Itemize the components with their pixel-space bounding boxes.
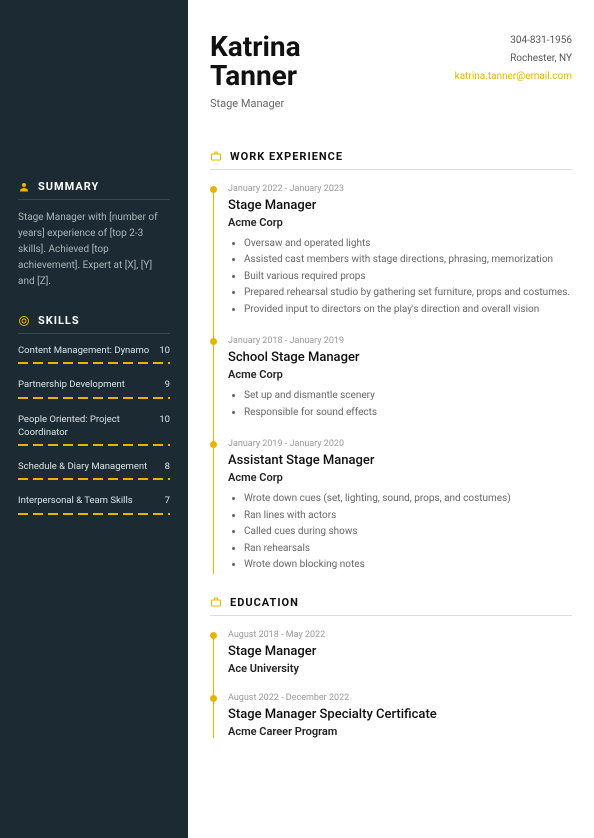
bullet: Provided input to directors on the play'… [244,302,572,319]
skill-score: 10 [159,413,170,440]
entry-school: Acme Career Program [228,725,572,738]
skill-name: People Oriented: Project Coordinator [18,413,158,440]
skill-name: Partnership Development [18,378,125,391]
bullet: Ran lines with actors [244,508,572,525]
bullet: Responsible for sound effects [244,405,572,422]
phone: 304-831-1956 [455,32,572,50]
skill-score: 8 [165,460,170,473]
person-icon [18,181,30,193]
skill-name: Interpersonal & Team Skills [18,494,133,507]
education-entry: August 2018 - May 2022 Stage Manager Ace U… [228,630,572,675]
briefcase-icon [210,596,222,608]
entry-dates: January 2022 - January 2023 [228,184,572,194]
role: Stage Manager [210,97,301,110]
entry-title: Assistant Stage Manager [228,453,572,468]
entry-title: Stage Manager [228,198,572,213]
skill-bar [18,397,170,399]
skill-score: 7 [165,494,170,507]
bullet: Ran rehearsals [244,541,572,558]
entry-dates: January 2019 - January 2020 [228,439,572,449]
entry-dates: January 2018 - January 2019 [228,336,572,346]
entry-bullets: Oversaw and operated lightsAssisted cast… [228,236,572,319]
main: KatrinaTanner Stage Manager 304-831-1956… [188,0,594,838]
name: KatrinaTanner [210,32,301,91]
summary-heading: SUMMARY [18,180,170,200]
skills-heading: SKILLS [18,314,170,334]
entry-company: Acme Corp [228,471,572,484]
contact-block: 304-831-1956 Rochester, NY katrina.tanne… [455,32,572,110]
work-entry: January 2019 - January 2020 Assistant Sta… [228,439,572,574]
work-heading: WORK EXPERIENCE [210,150,572,170]
target-icon [18,315,30,327]
skill-score: 9 [165,378,170,391]
skill-bar [18,362,170,364]
education-heading: EDUCATION [210,596,572,616]
entry-title: Stage Manager Specialty Certificate [228,707,572,722]
skill-bar [18,444,170,446]
entry-bullets: Set up and dismantle sceneryResponsible … [228,388,572,421]
skill-score: 10 [159,344,170,357]
skill-item: People Oriented: Project Coordinator10 [18,413,170,447]
bullet: Prepared rehearsal studio by gathering s… [244,285,572,302]
skill-item: Partnership Development 9 [18,378,170,398]
skill-item: Interpersonal & Team Skills 7 [18,494,170,514]
skills-heading-text: SKILLS [38,314,80,327]
entry-company: Acme Corp [228,216,572,229]
bullet: Wrote down blocking notes [244,557,572,574]
bullet: Assisted cast members with stage directi… [244,252,572,269]
bullet: Called cues during shows [244,524,572,541]
bullet: Built various required props [244,269,572,286]
summary-heading-text: SUMMARY [38,180,99,193]
entry-title: School Stage Manager [228,350,572,365]
sidebar: SUMMARY Stage Manager with [number of ye… [0,0,188,838]
skill-name: Schedule & Diary Management [18,460,147,473]
work-heading-text: WORK EXPERIENCE [230,150,343,163]
education-heading-text: EDUCATION [230,596,299,609]
bullet: Wrote down cues (set, lighting, sound, p… [244,491,572,508]
skill-item: Content Management: Dynamo 10 [18,344,170,364]
education-timeline: August 2018 - May 2022 Stage Manager Ace U… [210,630,572,738]
skill-name: Content Management: Dynamo [18,344,149,357]
education-entry: August 2022 - December 2022 Stage Manager… [228,693,572,738]
entry-company: Acme Corp [228,368,572,381]
bullet: Oversaw and operated lights [244,236,572,253]
email: katrina.tanner@email.com [455,68,572,86]
bullet: Set up and dismantle scenery [244,388,572,405]
summary-text: Stage Manager with [number of years] exp… [18,210,170,290]
work-timeline: January 2022 - January 2023 Stage Manager… [210,184,572,574]
entry-dates: August 2022 - December 2022 [228,693,572,703]
entry-dates: August 2018 - May 2022 [228,630,572,640]
work-entry: January 2022 - January 2023 Stage Manager… [228,184,572,319]
entry-bullets: Wrote down cues (set, lighting, sound, p… [228,491,572,574]
entry-school: Ace University [228,662,572,675]
skill-bar [18,513,170,515]
briefcase-icon [210,150,222,162]
name-block: KatrinaTanner Stage Manager [210,32,301,110]
skill-bar [18,478,170,480]
work-entry: January 2018 - January 2019 School Stage … [228,336,572,421]
header: KatrinaTanner Stage Manager 304-831-1956… [210,32,572,110]
location: Rochester, NY [455,50,572,68]
skills-list: Content Management: Dynamo 10 Partnership … [18,344,170,515]
skill-item: Schedule & Diary Management 8 [18,460,170,480]
entry-title: Stage Manager [228,644,572,659]
